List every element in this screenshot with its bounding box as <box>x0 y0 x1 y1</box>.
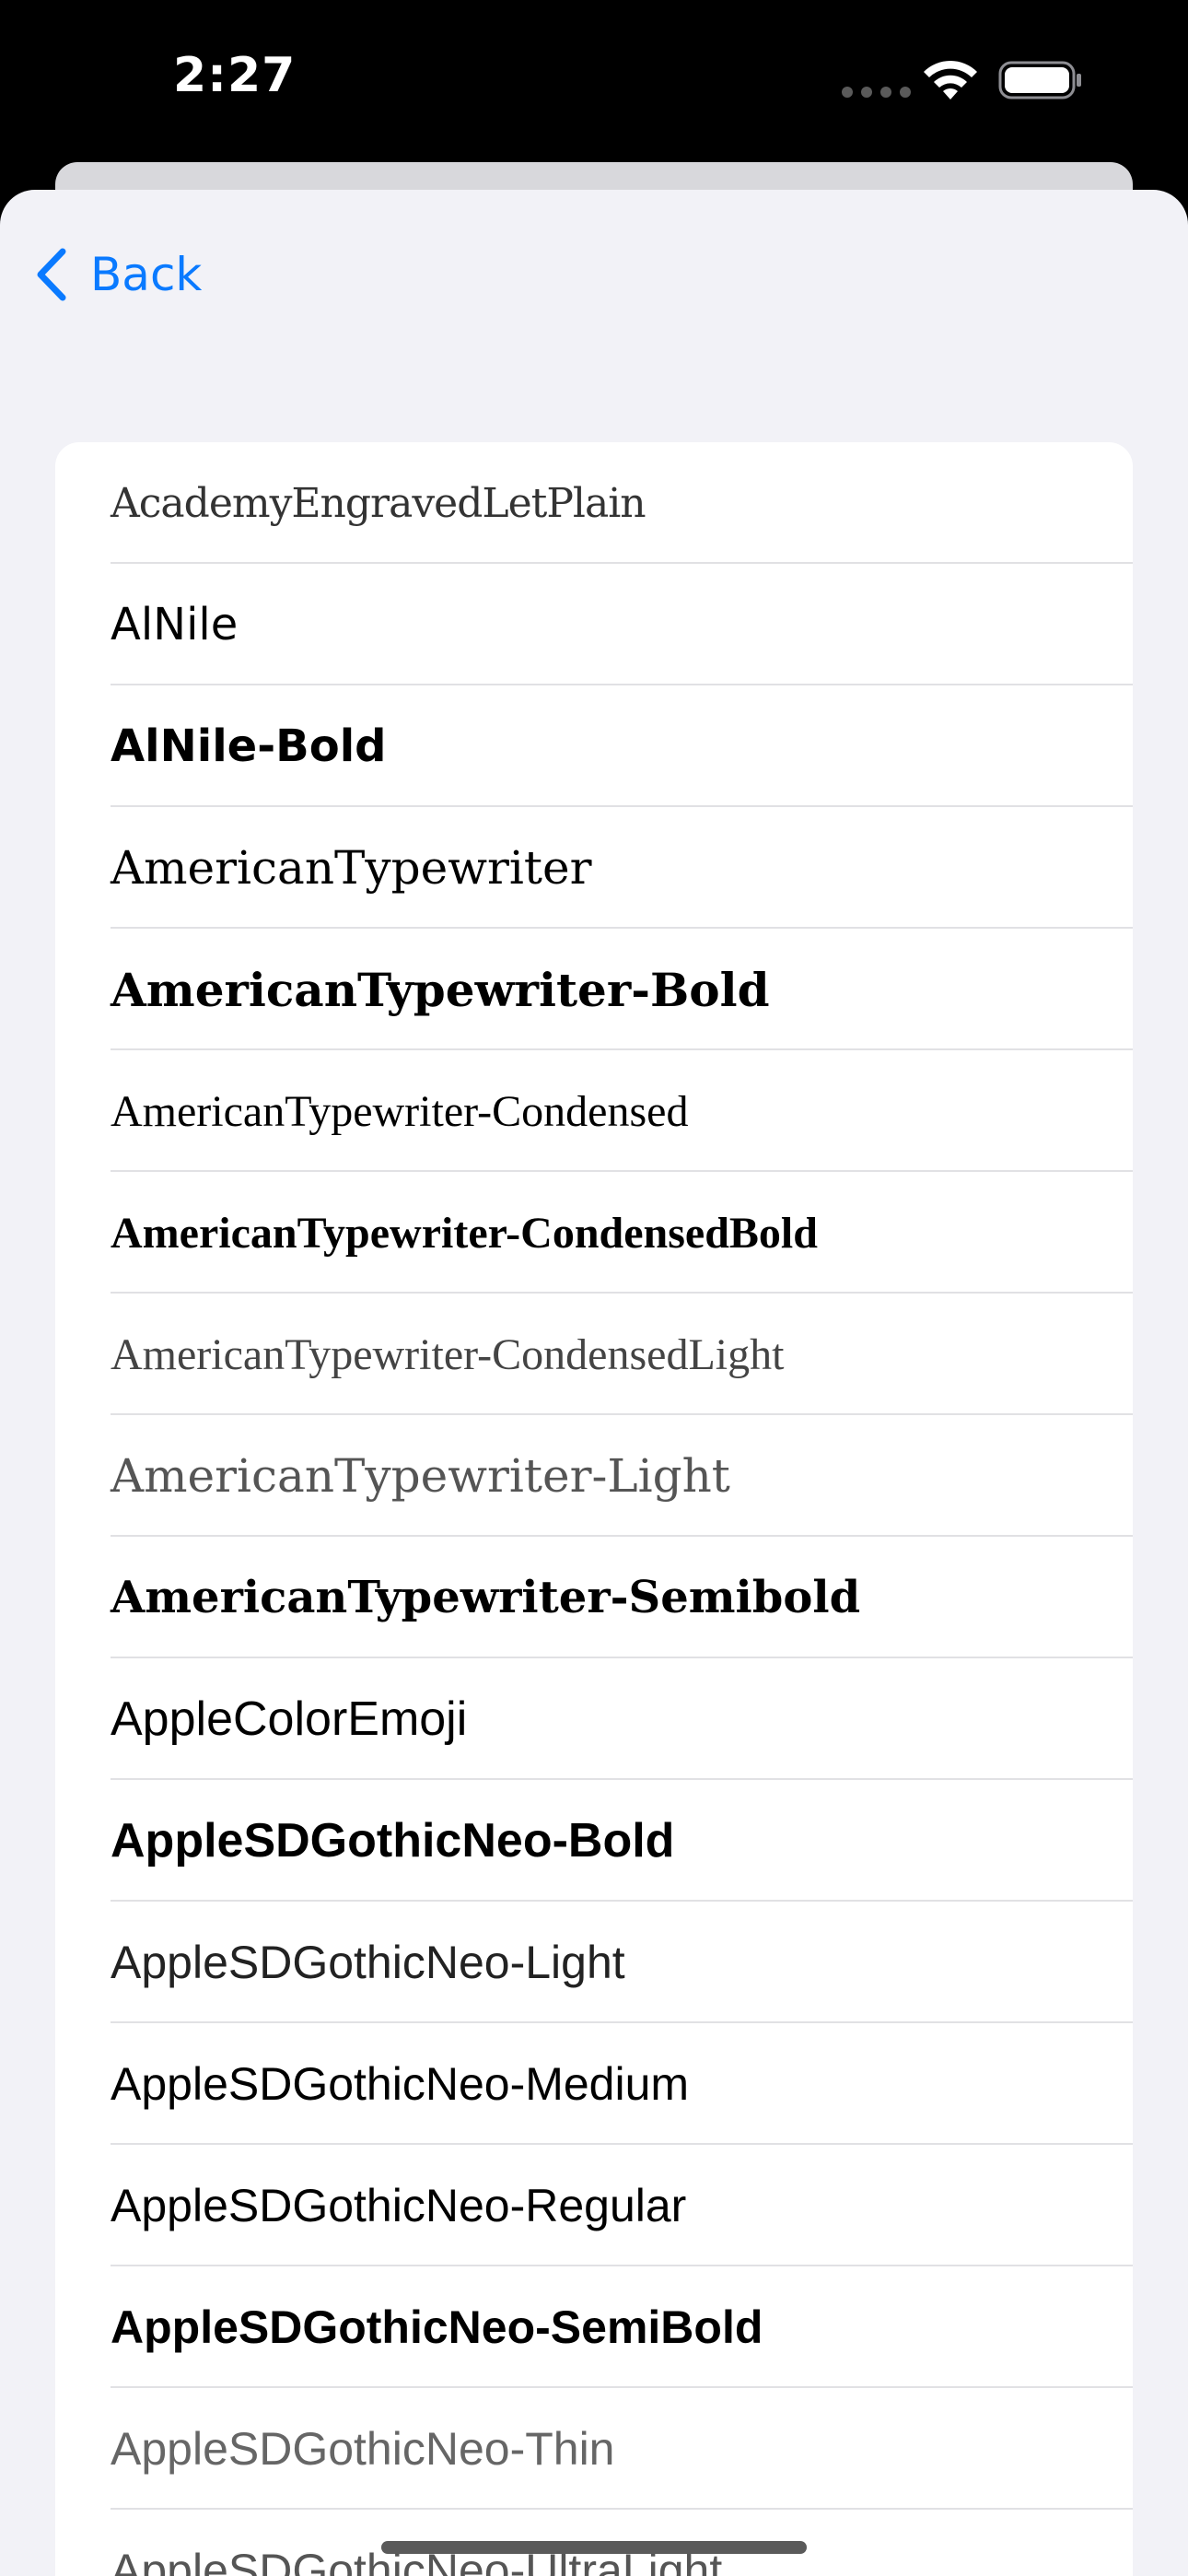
list-item[interactable]: AmericanTypewriter-Condensed <box>55 1050 1133 1172</box>
font-name: AmericanTypewriter-Condensed <box>111 1086 689 1136</box>
font-name: AppleSDGothicNeo-Thin <box>111 2423 615 2475</box>
font-name: AppleColorEmoji <box>111 1692 468 1746</box>
list-item[interactable]: AmericanTypewriter-CondensedLight <box>55 1294 1133 1415</box>
list-item[interactable]: AmericanTypewriter-Light <box>55 1415 1133 1537</box>
back-button[interactable]: Back <box>33 238 202 311</box>
status-bar: 2:27 <box>0 0 1188 184</box>
font-name: AcademyEngravedLetPlain <box>111 479 646 527</box>
font-name: AmericanTypewriter-CondensedLight <box>111 1329 785 1379</box>
font-name: AppleSDGothicNeo-Light <box>111 1937 625 1988</box>
font-name: AmericanTypewriter-Semibold <box>111 1572 861 1623</box>
font-name: AppleSDGothicNeo-Medium <box>111 2058 690 2110</box>
signal-icon <box>842 87 911 98</box>
status-time: 2:27 <box>173 48 297 103</box>
font-name: AlNile <box>111 599 239 650</box>
home-indicator[interactable] <box>381 2541 807 2554</box>
list-item[interactable]: AppleSDGothicNeo-Thin <box>55 2388 1133 2510</box>
list-item[interactable]: AmericanTypewriter-Bold <box>55 929 1133 1050</box>
list-item[interactable]: AppleSDGothicNeo-Bold <box>55 1780 1133 1902</box>
list-item[interactable]: AppleSDGothicNeo-SemiBold <box>55 2266 1133 2388</box>
font-name: AmericanTypewriter <box>111 841 592 895</box>
list-item[interactable]: AlNile-Bold <box>55 685 1133 807</box>
list-item[interactable]: AppleColorEmoji <box>55 1658 1133 1780</box>
list-item[interactable]: AmericanTypewriter-Semibold <box>55 1537 1133 1658</box>
font-name: AppleSDGothicNeo-Regular <box>111 2180 687 2231</box>
list-item[interactable]: AmericanTypewriter-CondensedBold <box>55 1172 1133 1294</box>
list-item[interactable]: AppleSDGothicNeo-Light <box>55 1902 1133 2023</box>
font-name: AppleSDGothicNeo-Bold <box>111 1814 675 1868</box>
font-name: AmericanTypewriter-Bold <box>111 962 770 1017</box>
chevron-left-icon <box>37 248 66 301</box>
font-name: AmericanTypewriter-Light <box>111 1449 730 1503</box>
font-name: AppleSDGothicNeo-SemiBold <box>111 2301 763 2353</box>
list-item[interactable]: AlNile <box>55 564 1133 685</box>
back-label: Back <box>90 248 203 301</box>
font-name: AlNile-Bold <box>111 720 387 772</box>
list-item[interactable]: AmericanTypewriter <box>55 807 1133 929</box>
list-item[interactable]: AppleSDGothicNeo-Medium <box>55 2023 1133 2145</box>
wifi-icon <box>924 60 977 100</box>
list-item[interactable]: AcademyEngravedLetPlain <box>55 442 1133 564</box>
font-list-sheet: Back AcademyEngravedLetPlain AlNile AlNi… <box>0 190 1188 2576</box>
list-item[interactable]: AppleSDGothicNeo-Regular <box>55 2145 1133 2266</box>
font-list: AcademyEngravedLetPlain AlNile AlNile-Bo… <box>55 442 1133 2576</box>
font-name: AmericanTypewriter-CondensedBold <box>111 1208 818 1258</box>
battery-icon <box>998 61 1081 100</box>
